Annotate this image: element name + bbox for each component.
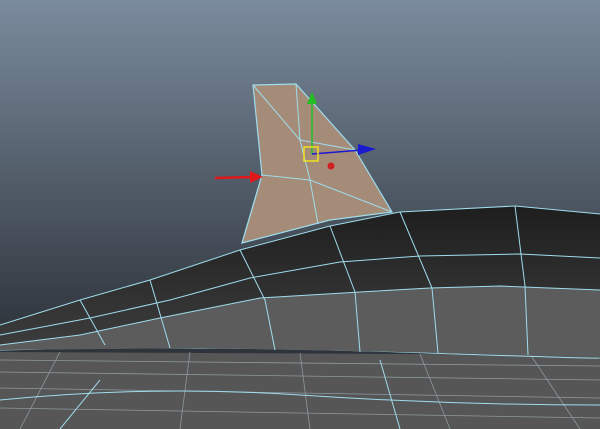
floor-grid: [0, 347, 600, 429]
3d-viewport[interactable]: [0, 0, 600, 429]
pivot-point: [327, 162, 335, 170]
viewport-canvas[interactable]: [0, 0, 600, 429]
